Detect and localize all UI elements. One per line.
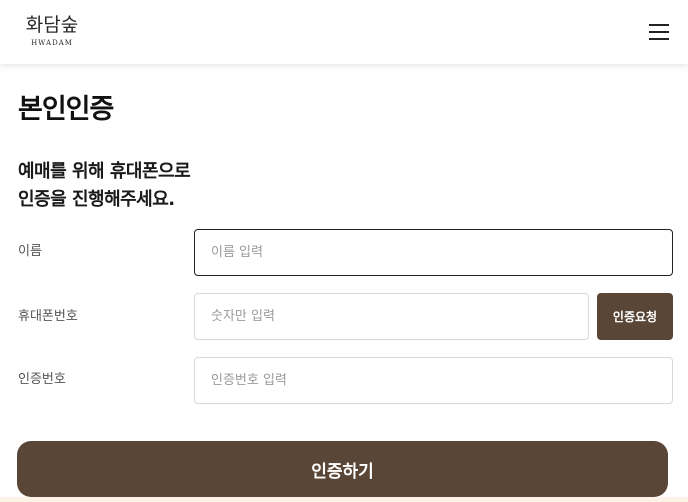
phone-label: 휴대폰번호	[18, 309, 78, 324]
menu-line	[649, 31, 669, 33]
app-header: 화담숲 HWADAM	[0, 0, 688, 64]
name-label: 이름	[18, 244, 42, 259]
menu-line	[649, 38, 669, 40]
subtitle-line-2: 인증을 진행해주세요.	[18, 189, 175, 210]
page-title: 본인인증	[18, 94, 114, 125]
logo-english-text: HWADAM	[31, 39, 73, 47]
logo-korean-text: 화담숲	[25, 14, 79, 36]
menu-line	[649, 24, 669, 26]
code-label: 인증번호	[18, 372, 66, 387]
request-code-button[interactable]: 인증요청	[597, 293, 673, 340]
hwadam-logo[interactable]: 화담숲 HWADAM	[20, 12, 84, 52]
phone-input[interactable]	[194, 293, 589, 340]
bottom-strip	[0, 497, 688, 502]
verification-code-input[interactable]	[194, 357, 673, 404]
verify-submit-button[interactable]: 인증하기	[17, 441, 668, 497]
page-subtitle: 예매를 위해 휴대폰으로 인증을 진행해주세요.	[18, 158, 318, 214]
subtitle-line-1: 예매를 위해 휴대폰으로	[18, 161, 191, 182]
hamburger-menu-icon[interactable]	[646, 20, 672, 44]
name-input[interactable]	[194, 229, 673, 276]
